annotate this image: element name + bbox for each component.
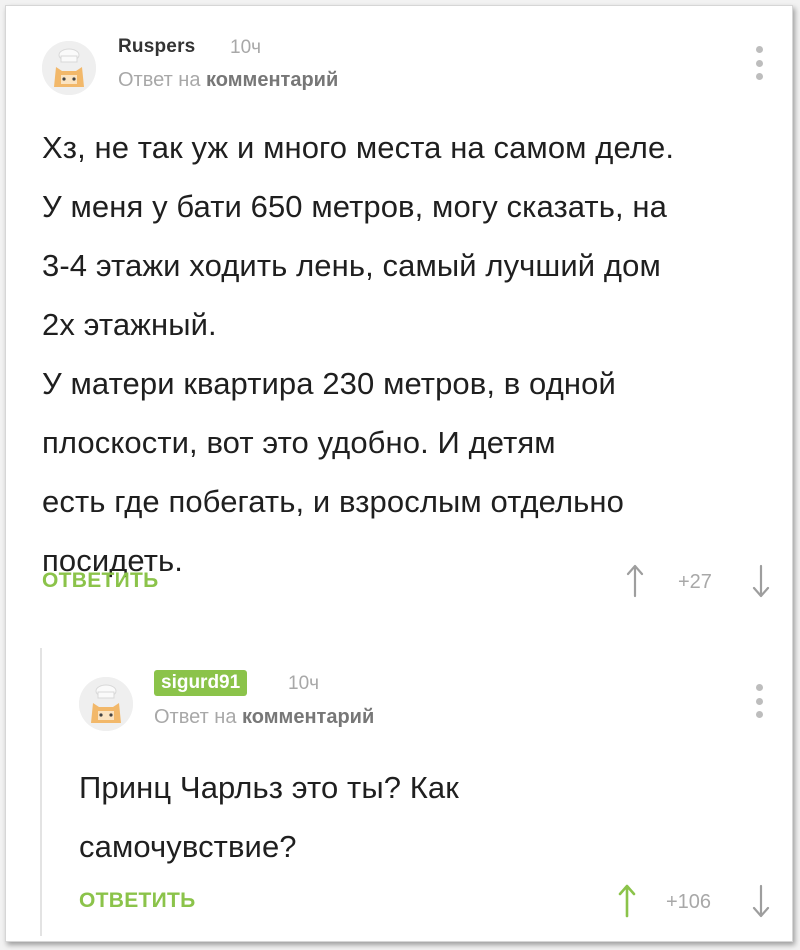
comment-line: 3-4 этажи ходить лень, самый лучший дом xyxy=(42,248,661,283)
vote-score: +27 xyxy=(678,571,712,593)
reply-to-prefix: Ответ на xyxy=(118,69,201,91)
upvote-arrow-icon[interactable] xyxy=(626,564,644,598)
reply-to-prefix: Ответ на xyxy=(154,706,237,728)
user-avatar[interactable] xyxy=(42,41,96,95)
reply-button[interactable]: ОТВЕТИТЬ xyxy=(42,569,159,593)
comment-thread: Ruspers 10ч Ответ на комментарий Хз, не … xyxy=(5,5,793,942)
comment-line: У меня у бати 650 метров, могу сказать, … xyxy=(42,189,667,224)
more-options-icon[interactable] xyxy=(754,684,764,718)
comment-line: Хз, не так уж и много места на самом дел… xyxy=(42,130,675,165)
comment-time: 10ч xyxy=(230,37,262,58)
comment-line: плоскости, вот это удобно. И детям xyxy=(42,425,556,460)
reply-to-link[interactable]: комментарий xyxy=(206,69,338,91)
chef-cat-avatar-icon xyxy=(42,41,96,95)
reply-button[interactable]: ОТВЕТИТЬ xyxy=(79,889,196,913)
thread-nesting-line xyxy=(40,648,42,936)
comment-line: У матери квартира 230 метров, в одной xyxy=(42,366,616,401)
upvote-arrow-icon-active[interactable] xyxy=(618,884,636,918)
comment-body: Хз, не так уж и много места на самом дел… xyxy=(42,118,674,590)
reply-to-link[interactable]: комментарий xyxy=(242,706,374,728)
reply-to-line: Ответ на комментарий xyxy=(154,706,374,729)
comment-author[interactable]: Ruspers xyxy=(118,36,195,58)
reply-to-line: Ответ на комментарий xyxy=(118,69,338,92)
chef-cat-avatar-icon xyxy=(79,677,133,731)
more-options-icon[interactable] xyxy=(754,46,764,80)
downvote-arrow-icon[interactable] xyxy=(752,564,770,598)
comment-line: есть где побегать, и взрослым отдельно xyxy=(42,484,624,519)
comment-line: 2х этажный. xyxy=(42,307,217,342)
comment-line: самочувствие? xyxy=(79,829,297,864)
comment-time: 10ч xyxy=(288,673,320,694)
user-avatar[interactable] xyxy=(79,677,133,731)
vote-score: +106 xyxy=(666,891,712,913)
downvote-arrow-icon[interactable] xyxy=(752,884,770,918)
comment-body: Принц Чарльз это ты? Как самочувствие? xyxy=(79,758,459,876)
comment-author-badge[interactable]: sigurd91 xyxy=(154,670,248,696)
comment-line: Принц Чарльз это ты? Как xyxy=(79,770,459,805)
